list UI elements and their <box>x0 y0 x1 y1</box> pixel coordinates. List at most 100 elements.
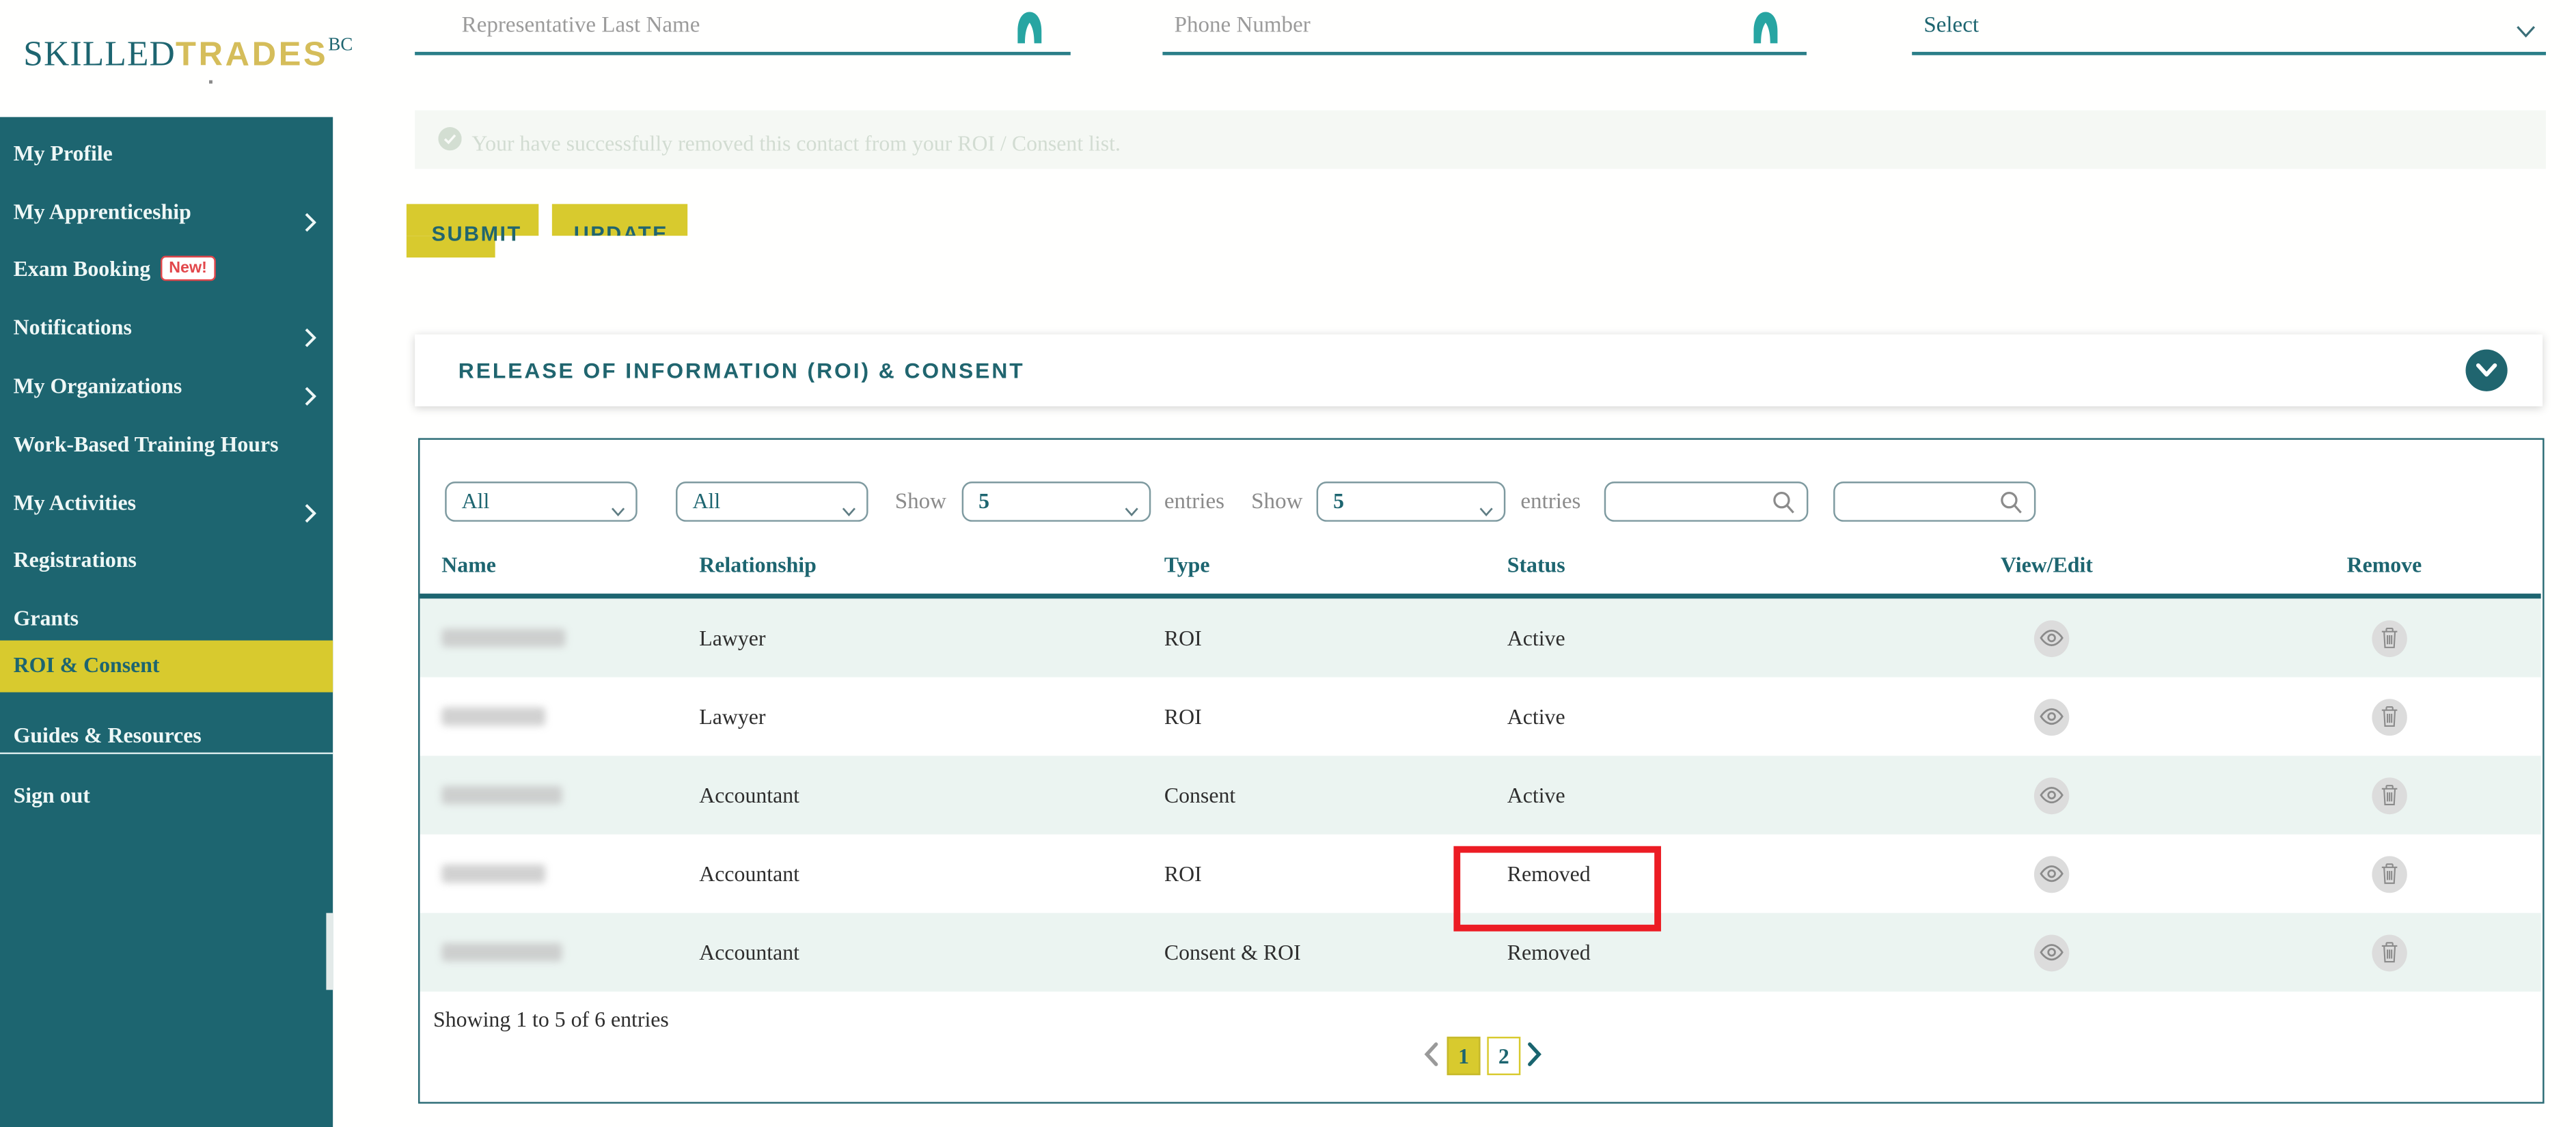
filter-value: All <box>693 488 721 515</box>
sidebar-item-my-organizations[interactable]: My Organizations <box>0 361 333 411</box>
cell-relationship: Accountant <box>699 861 799 888</box>
sidebar-item-label: Sign out <box>14 783 90 808</box>
pagination-prev-button[interactable] <box>1423 1042 1438 1075</box>
update-button-label: UPDATE <box>574 223 668 236</box>
filter-status-select[interactable]: All <box>676 482 868 522</box>
sidebar-item-label: My Profile <box>14 141 113 166</box>
view-edit-button[interactable] <box>2034 934 2069 971</box>
search-input-1[interactable] <box>1604 482 1809 522</box>
roi-consent-table-card: All All Show 5 entries Show 5 entries Na… <box>418 438 2545 1103</box>
chevron-right-icon <box>305 316 316 366</box>
remove-button[interactable] <box>2372 620 2407 656</box>
page-size-value: 5 <box>1333 488 1344 515</box>
redacted-name <box>441 708 545 726</box>
sidebar-divider <box>0 753 333 754</box>
view-edit-button[interactable] <box>2034 620 2069 656</box>
roi-consent-panel-header: RELEASE OF INFORMATION (ROI) & CONSENT <box>415 335 2543 406</box>
chevron-down-icon <box>841 497 856 523</box>
search-icon <box>1772 490 1797 522</box>
redacted-name <box>441 628 565 647</box>
page-size-select-1[interactable]: 5 <box>962 482 1151 522</box>
sidebar-item-sign-out[interactable]: Sign out <box>0 771 333 821</box>
trash-icon <box>2381 706 2399 727</box>
representative-last-name-field[interactable]: Representative Last Name <box>415 0 1071 55</box>
brand-skilled: SKILLED <box>23 33 176 74</box>
sidebar-item-label: Exam Booking <box>14 256 151 281</box>
chevron-right-icon <box>305 201 316 251</box>
search-icon <box>1999 490 2024 522</box>
chevron-down-icon <box>2476 363 2497 378</box>
view-edit-button[interactable] <box>2034 777 2069 813</box>
column-header-type: Type <box>1164 552 1210 579</box>
trash-icon <box>2381 863 2399 885</box>
show-label: Show <box>895 488 946 515</box>
redacted-name <box>441 943 562 962</box>
eye-icon <box>2039 865 2064 883</box>
sidebar-scrollbar-thumb[interactable] <box>326 913 333 990</box>
column-header-view-edit: View/Edit <box>2001 552 2093 579</box>
sidebar-item-my-apprenticeship[interactable]: My Apprenticeship <box>0 187 333 237</box>
sidebar-item-roi-consent[interactable]: ROI & Consent <box>0 641 333 693</box>
eye-icon <box>2039 708 2064 726</box>
sidebar-item-my-profile[interactable]: My Profile <box>0 129 333 179</box>
table-row: Lawyer ROI Active <box>420 677 2540 755</box>
filter-value: All <box>462 488 490 515</box>
chevron-right-icon <box>305 374 316 424</box>
pagination-next-button[interactable] <box>1527 1042 1542 1075</box>
entries-label: entries <box>1164 488 1224 515</box>
update-button[interactable]: UPDATE <box>552 204 687 236</box>
page-size-value: 5 <box>978 488 989 515</box>
column-header-status: Status <box>1507 552 1565 579</box>
trash-icon <box>2381 941 2399 963</box>
remove-button[interactable] <box>2372 698 2407 735</box>
trash-icon <box>2381 627 2399 649</box>
sidebar-item-label: My Organizations <box>14 373 182 398</box>
sidebar-item-notifications[interactable]: Notifications <box>0 303 333 352</box>
sidebar-item-label: ROI & Consent <box>14 652 160 678</box>
remove-button[interactable] <box>2372 855 2407 892</box>
chevron-down-icon <box>2516 16 2536 46</box>
cell-status: Active <box>1507 626 1565 652</box>
sidebar-item-registrations[interactable]: Registrations <box>0 535 333 585</box>
brand-trades: TRADES <box>176 37 328 74</box>
cell-status: Active <box>1507 783 1565 809</box>
cell-relationship: Accountant <box>699 783 799 809</box>
column-header-relationship: Relationship <box>699 552 817 579</box>
sidebar-item-label: Registrations <box>14 547 137 572</box>
view-edit-button[interactable] <box>2034 698 2069 735</box>
select-dropdown[interactable]: Select <box>1912 0 2546 55</box>
sidebar-item-work-based-training-hours[interactable]: Work-Based Training Hours <box>0 419 333 469</box>
sidebar-item-my-activities[interactable]: My Activities <box>0 478 333 528</box>
flame-arch-icon <box>1017 12 1042 44</box>
sidebar-item-grants[interactable]: Grants <box>0 594 333 643</box>
remove-button[interactable] <box>2372 777 2407 813</box>
eye-icon <box>2039 943 2064 962</box>
brand-bc: BC <box>328 35 353 55</box>
search-input-2[interactable] <box>1833 482 2036 522</box>
view-edit-button[interactable] <box>2034 855 2069 892</box>
collapse-toggle-button[interactable] <box>2465 350 2507 391</box>
sidebar-item-label: Work-Based Training Hours <box>14 432 279 457</box>
pagination-page-2[interactable]: 2 <box>1487 1037 1520 1075</box>
sidebar-item-label: My Apprenticeship <box>14 199 191 224</box>
column-header-remove: Remove <box>2347 552 2422 579</box>
remove-button[interactable] <box>2372 934 2407 971</box>
sidebar-item-exam-booking[interactable]: Exam Booking New! <box>0 244 333 294</box>
table-row: Lawyer ROI Active <box>420 598 2540 677</box>
chevron-right-icon <box>305 492 316 542</box>
page: SKILLEDTRADESBC My Profile My Apprentice… <box>0 0 2576 1127</box>
header-rule <box>420 594 2540 598</box>
filter-type-select[interactable]: All <box>445 482 638 522</box>
page-size-select-2[interactable]: 5 <box>1317 482 1506 522</box>
show-label: Show <box>1251 488 1302 515</box>
sidebar-item-label: Guides & Resources <box>14 723 202 748</box>
success-alert-message: Your have successfully removed this cont… <box>471 130 1121 156</box>
brand-logo: SKILLEDTRADESBC <box>23 33 353 75</box>
pagination-page-1[interactable]: 1 <box>1447 1037 1481 1075</box>
cell-status: Active <box>1507 704 1565 731</box>
panel-title: RELEASE OF INFORMATION (ROI) & CONSENT <box>458 358 1025 383</box>
new-badge: New! <box>161 256 215 281</box>
eye-icon <box>2039 786 2064 805</box>
cell-relationship: Lawyer <box>699 626 765 652</box>
phone-number-field[interactable]: Phone Number <box>1162 0 1807 55</box>
